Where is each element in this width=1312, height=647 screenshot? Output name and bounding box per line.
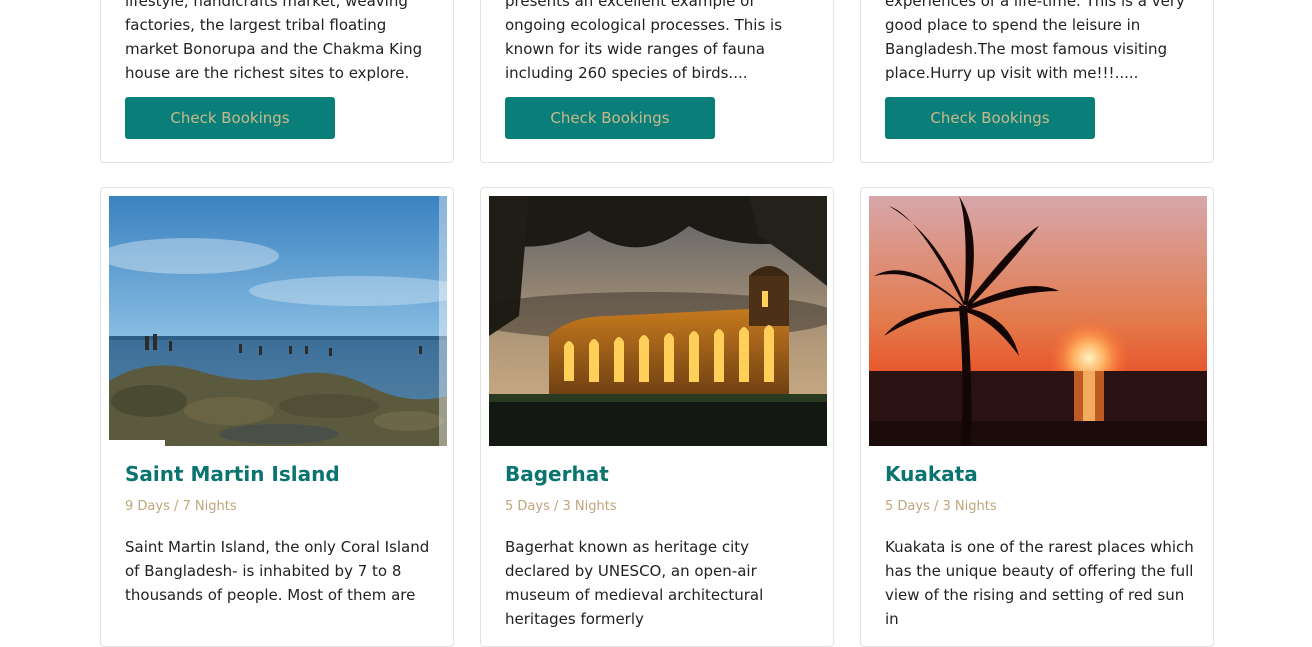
card-description: experiences of a life-time. This is a ve… [885, 0, 1185, 82]
card-description: lifestyle, handicrafts market, weaving f… [125, 0, 423, 82]
package-title: Saint Martin Island [125, 462, 340, 486]
package-title: Kuakata [885, 462, 978, 486]
package-card-saint-martin: Saint Martin Island 9 Days / 7 Nights Sa… [100, 187, 454, 647]
bagerhat-mosque-photo [489, 196, 827, 446]
package-duration: 5 Days / 3 Nights [505, 499, 617, 514]
card-description: Kuakata is one of the rarest places whic… [885, 538, 1194, 628]
check-bookings-button[interactable]: Check Bookings [885, 97, 1095, 139]
package-card-bagerhat: Bagerhat 5 Days / 3 Nights Bagerhat know… [480, 187, 834, 647]
card-description: presents an excellent example of ongoing… [505, 0, 783, 82]
saint-martin-photo [109, 196, 447, 446]
package-card-coxs-bazar: experiences of a life-time. This is a ve… [860, 0, 1214, 163]
package-card-sundarbans: presents an excellent example of ongoing… [480, 0, 834, 163]
package-card-chittagong-hill-tracts: lifestyle, handicrafts market, weaving f… [100, 0, 454, 163]
kuakata-sunset-photo [869, 196, 1207, 446]
package-card-kuakata: Kuakata 5 Days / 3 Nights Kuakata is one… [860, 187, 1214, 647]
card-description: Saint Martin Island, the only Coral Isla… [125, 538, 430, 604]
card-description: Bagerhat known as heritage city declared… [505, 538, 764, 628]
check-bookings-button[interactable]: Check Bookings [125, 97, 335, 139]
package-title: Bagerhat [505, 462, 609, 486]
check-bookings-button[interactable]: Check Bookings [505, 97, 715, 139]
package-duration: 9 Days / 7 Nights [125, 499, 237, 514]
package-duration: 5 Days / 3 Nights [885, 499, 997, 514]
